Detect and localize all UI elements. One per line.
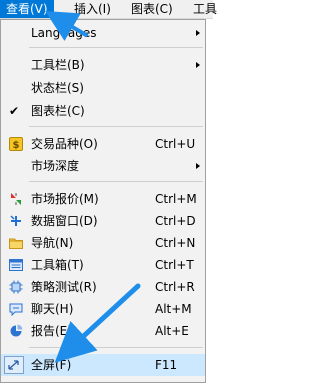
shortcut-label: Alt+M <box>155 302 192 316</box>
chat-icon <box>8 301 24 317</box>
menu-item-data-window[interactable]: 数据窗口(D) Ctrl+D <box>1 210 205 232</box>
shortcut-label: Ctrl+M <box>155 192 197 206</box>
folder-icon <box>8 235 24 251</box>
menu-separator <box>29 181 203 182</box>
checkmark-icon: ✔ <box>9 104 20 118</box>
menu-item-strategy-tester[interactable]: 策略测试(R) Ctrl+R <box>1 276 205 298</box>
shortcut-label: Ctrl+N <box>155 236 196 250</box>
shortcut-label: Alt+E <box>155 324 189 338</box>
toolbox-icon <box>8 257 24 273</box>
menu-separator <box>29 347 203 348</box>
view-dropdown-menu: Languages 工具栏(B) 状态栏(S) ✔ 图表栏(C) $ 交易品种(… <box>0 19 206 383</box>
menu-item-label: 工具箱(T) <box>31 258 84 272</box>
menu-item-label: Languages <box>31 26 97 40</box>
menu-item-label: 聊天(H) <box>31 302 74 316</box>
menu-charts[interactable]: 图表(C) <box>131 0 173 18</box>
shortcut-label: Ctrl+R <box>155 280 195 294</box>
menu-item-label: 图表栏(C) <box>31 104 85 118</box>
menu-item-toolbox[interactable]: 工具箱(T) Ctrl+T <box>1 254 205 276</box>
menu-item-languages[interactable]: Languages <box>1 22 205 44</box>
menu-item-label: 状态栏(S) <box>31 81 84 95</box>
shortcut-label: Ctrl+T <box>155 258 194 272</box>
svg-text:$: $ <box>13 140 20 151</box>
menu-item-chart-bar[interactable]: ✔ 图表栏(C) <box>1 100 205 122</box>
submenu-arrow-icon <box>196 30 200 36</box>
report-icon <box>8 323 24 339</box>
menu-view[interactable]: 查看(V) <box>0 0 54 18</box>
menu-tools[interactable]: 工具 <box>193 0 217 18</box>
menu-item-symbols[interactable]: $ 交易品种(O) Ctrl+U <box>1 133 205 155</box>
menu-item-market-watch[interactable]: 市场报价(M) Ctrl+M <box>1 188 205 210</box>
menu-item-reports[interactable]: 报告(E) Alt+E <box>1 320 205 342</box>
menu-item-label: 报告(E) <box>31 324 72 338</box>
shortcut-label: Ctrl+U <box>155 137 196 151</box>
menu-bar: 查看(V) 插入(I) 图表(C) 工具 <box>0 0 217 19</box>
shortcut-label: F11 <box>155 358 178 372</box>
menu-item-fullscreen[interactable]: 全屏(F) F11 <box>1 354 205 376</box>
menu-item-label: 数据窗口(D) <box>31 214 98 228</box>
menu-insert[interactable]: 插入(I) <box>74 0 111 18</box>
submenu-arrow-icon <box>196 163 200 169</box>
menu-separator <box>29 47 203 48</box>
menu-item-label: 导航(N) <box>31 236 74 250</box>
menu-item-label: 交易品种(O) <box>31 137 98 151</box>
menu-item-navigator[interactable]: 导航(N) Ctrl+N <box>1 232 205 254</box>
menu-item-market-depth[interactable]: 市场深度 <box>1 155 205 177</box>
menu-item-status-bar[interactable]: 状态栏(S) <box>1 77 205 99</box>
submenu-arrow-icon <box>196 62 200 68</box>
menu-separator <box>29 126 203 127</box>
menu-item-label: 策略测试(R) <box>31 280 97 294</box>
market-watch-icon <box>8 191 24 207</box>
dollar-icon: $ <box>8 136 24 152</box>
menu-item-label: 市场报价(M) <box>31 192 99 206</box>
menu-item-label: 全屏(F) <box>31 358 72 372</box>
chip-icon <box>8 279 24 295</box>
menu-item-chat[interactable]: 聊天(H) Alt+M <box>1 298 205 320</box>
menu-item-toolbars[interactable]: 工具栏(B) <box>1 54 205 76</box>
data-window-icon <box>8 213 24 229</box>
fullscreen-icon <box>4 356 24 374</box>
shortcut-label: Ctrl+D <box>155 214 196 228</box>
menu-item-label: 市场深度 <box>31 159 80 173</box>
menu-item-label: 工具栏(B) <box>31 58 85 72</box>
